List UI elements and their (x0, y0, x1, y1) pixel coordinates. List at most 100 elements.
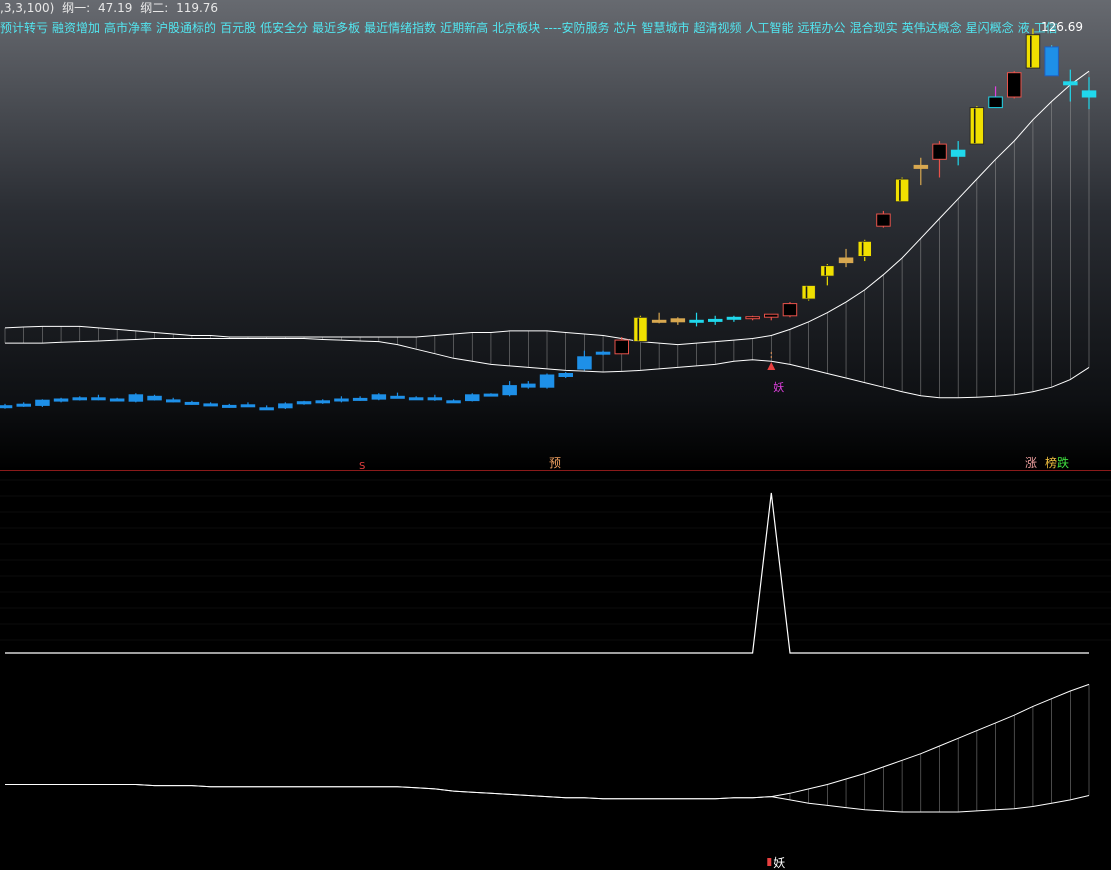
candle-body (0, 405, 13, 409)
candle-body (109, 398, 125, 402)
bottom-band-lines (5, 683, 1090, 813)
candle-body (427, 397, 443, 401)
candle (371, 393, 387, 401)
candle-body-stripe (973, 108, 976, 144)
candle (147, 394, 162, 401)
candle (315, 399, 330, 404)
candle-body (1081, 90, 1097, 98)
candle (950, 141, 966, 166)
candle-body (147, 395, 162, 401)
candle-body (801, 284, 816, 300)
text-markers: 126.69 妖 S 预 涨 榜 跌 妖 (359, 20, 1083, 870)
candle-body (35, 399, 50, 406)
zhang-marker: 涨 (1025, 455, 1037, 470)
band-line-1 (4, 70, 1090, 346)
candle-body (857, 240, 872, 258)
candle-body (577, 356, 592, 370)
candle-body (408, 397, 424, 401)
signal-line (5, 492, 1089, 654)
candle-body (969, 107, 985, 145)
candle (932, 141, 947, 178)
candle (35, 399, 50, 407)
candle-body (708, 318, 723, 322)
candle-body-stripe (1030, 35, 1032, 68)
candle-body (876, 213, 891, 227)
candle (427, 394, 443, 401)
candle (838, 248, 854, 268)
stock-chart: ,3,3,100) 纲一: 47.19 纲二: 119.76 预计转亏 融资增加高… (0, 0, 1111, 870)
candle-body (1007, 72, 1022, 98)
candle (390, 392, 405, 399)
candle-body (1044, 46, 1059, 77)
candle (72, 396, 87, 401)
candle-body (296, 401, 312, 405)
candle-body (633, 316, 648, 343)
candle (53, 397, 69, 403)
candle (483, 393, 499, 397)
candle (633, 315, 648, 343)
candle (857, 239, 872, 262)
yao-arrow-icon (767, 362, 776, 370)
candle (689, 312, 704, 327)
candle-body (651, 319, 667, 323)
candle-body (128, 394, 144, 402)
candle-body (371, 394, 387, 400)
bottom-band-fill (789, 684, 1090, 812)
candle-body (91, 397, 106, 401)
candle (745, 315, 760, 321)
candle (577, 350, 592, 371)
candle-body (670, 318, 686, 323)
candle (128, 393, 144, 403)
candle (726, 315, 742, 322)
candle (502, 381, 517, 397)
candle (16, 402, 31, 407)
candle (278, 402, 293, 410)
candle-body (334, 398, 349, 402)
candle-body (838, 257, 854, 264)
candle-body (315, 400, 330, 404)
candle-body (240, 404, 256, 408)
candle (240, 402, 256, 408)
candle (988, 86, 1003, 109)
yao-marker-bottom: 妖 (773, 856, 785, 870)
middle-panel-grid (0, 479, 1111, 641)
candle-body (465, 394, 480, 402)
candle-body (184, 401, 200, 405)
candle (203, 402, 218, 407)
candle-body (539, 374, 555, 388)
candle (894, 177, 910, 203)
candle (91, 394, 106, 401)
candle-body (166, 399, 181, 403)
candle (595, 350, 611, 356)
candle (352, 396, 368, 401)
candle-body (278, 403, 293, 409)
candle (1025, 28, 1041, 69)
candle-body (446, 400, 461, 404)
candle (764, 313, 779, 321)
candle-body (950, 149, 966, 157)
candle (296, 400, 312, 405)
yu-marker: 预 (549, 456, 561, 470)
candle-body (502, 385, 517, 396)
candle-body (913, 164, 929, 169)
candle (465, 393, 480, 402)
candle-body (222, 404, 237, 408)
candle (166, 397, 181, 403)
bang-marker: 榜 (1045, 455, 1057, 470)
candle (782, 302, 798, 318)
candle-body (988, 96, 1003, 109)
candle-body (203, 403, 218, 407)
candle-body (53, 398, 69, 402)
candle-body-stripe (824, 266, 826, 276)
candle (876, 210, 891, 228)
candle (913, 157, 929, 186)
candle-body (745, 316, 760, 320)
candle (184, 400, 200, 405)
candle (969, 106, 985, 145)
candle-body (521, 383, 536, 388)
s-marker: S (359, 461, 365, 472)
candle (1044, 45, 1059, 77)
chart-svg: 126.69 妖 S 预 涨 榜 跌 妖 (0, 20, 1111, 870)
candle-body (16, 403, 31, 407)
candle (1063, 69, 1078, 102)
